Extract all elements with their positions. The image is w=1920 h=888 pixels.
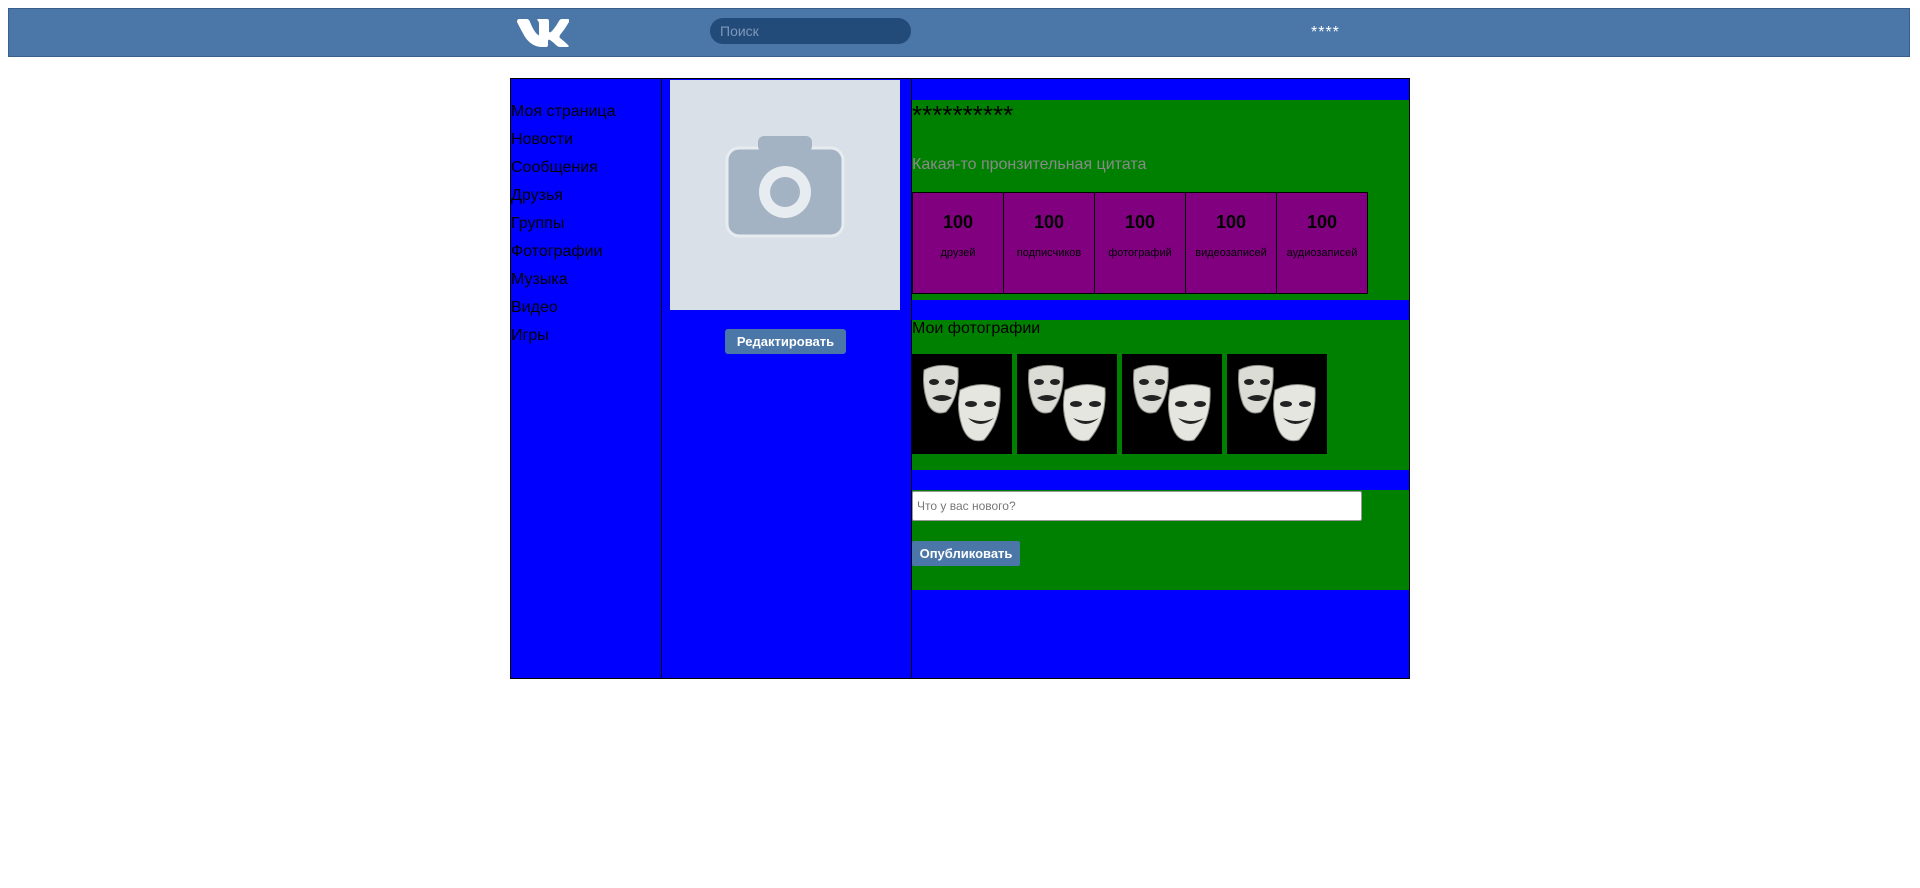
stat-videos[interactable]: 100 видеозаписей xyxy=(1185,192,1277,294)
main-column: ********** Какая-то пронзительная цитата… xyxy=(912,79,1409,678)
sidebar-item-photos[interactable]: Фотографии xyxy=(511,238,615,266)
profile-name: ********** xyxy=(912,100,1014,130)
photo-thumbnails xyxy=(912,354,1327,454)
theatre-masks-icon[interactable] xyxy=(912,354,1012,454)
stat-friends[interactable]: 100 друзей xyxy=(912,192,1004,294)
sidebar-item-games[interactable]: Игры xyxy=(511,322,615,350)
sidebar-item-video[interactable]: Видео xyxy=(511,294,615,322)
sidebar-item-music[interactable]: Музыка xyxy=(511,266,615,294)
photos-section-title[interactable]: Мои фотографии xyxy=(912,320,1040,338)
camera-placeholder-icon[interactable] xyxy=(670,80,900,310)
profile-info-section: ********** Какая-то пронзительная цитата… xyxy=(912,100,1409,300)
profile-quote: Какая-то пронзительная цитата xyxy=(912,156,1147,173)
stat-followers[interactable]: 100 подписчиков xyxy=(1003,192,1095,294)
stat-value: 100 xyxy=(1306,212,1338,232)
vk-logo-icon[interactable] xyxy=(517,16,569,48)
new-post-input[interactable] xyxy=(912,491,1362,521)
edit-profile-button[interactable]: Редактировать xyxy=(725,329,846,354)
stat-label: видеозаписей xyxy=(1195,247,1267,259)
sidebar: Моя страница Новости Сообщения Друзья Гр… xyxy=(511,79,662,678)
stat-label: подписчиков xyxy=(1016,247,1082,259)
sidebar-item-messages[interactable]: Сообщения xyxy=(511,154,615,182)
my-photos-section: Мои фотографии xyxy=(912,320,1409,470)
theatre-masks-icon[interactable] xyxy=(1017,354,1117,454)
theatre-masks-icon[interactable] xyxy=(1122,354,1222,454)
stat-value: 100 xyxy=(1215,212,1247,232)
stat-label: фотографий xyxy=(1108,247,1172,259)
top-header: **** xyxy=(8,8,1910,57)
sidebar-item-my-page[interactable]: Моя страница xyxy=(511,98,615,126)
stat-label: друзей xyxy=(940,247,976,259)
stat-photos[interactable]: 100 фотографий xyxy=(1094,192,1186,294)
stat-value: 100 xyxy=(942,212,974,232)
stat-value: 100 xyxy=(1124,212,1156,232)
stat-audio[interactable]: 100 аудиозаписей xyxy=(1276,192,1368,294)
sidebar-menu: Моя страница Новости Сообщения Друзья Гр… xyxy=(511,98,615,350)
profile-stats: 100 друзей 100 подписчиков 100 фотографи… xyxy=(912,192,1368,294)
page-container: Моя страница Новости Сообщения Друзья Гр… xyxy=(510,78,1410,679)
stat-value: 100 xyxy=(1033,212,1065,232)
stat-label: аудиозаписей xyxy=(1286,247,1358,259)
avatar-column: Редактировать xyxy=(661,79,912,678)
user-name[interactable]: **** xyxy=(1311,24,1340,42)
new-post-section: Опубликовать xyxy=(912,490,1409,590)
sidebar-item-friends[interactable]: Друзья xyxy=(511,182,615,210)
sidebar-item-news[interactable]: Новости xyxy=(511,126,615,154)
search-input[interactable] xyxy=(710,18,911,44)
theatre-masks-icon[interactable] xyxy=(1227,354,1327,454)
sidebar-item-groups[interactable]: Группы xyxy=(511,210,615,238)
publish-button[interactable]: Опубликовать xyxy=(912,541,1020,566)
